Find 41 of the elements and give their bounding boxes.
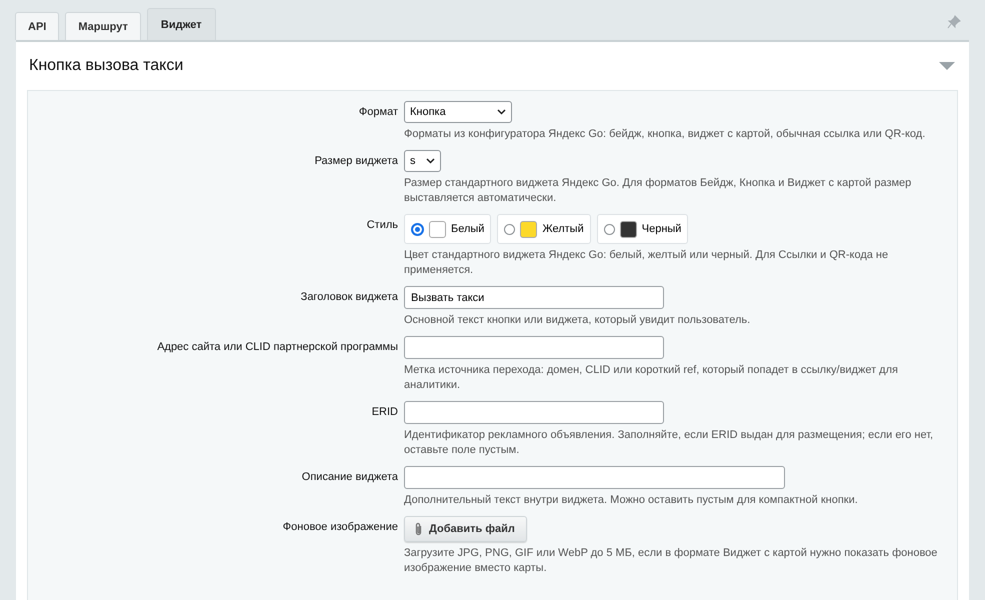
dropdown[interactable]: Кнопка xyxy=(404,101,512,123)
option-label: Желтый xyxy=(542,223,584,235)
field-hint: Метка источника перехода: домен, CLID или короткий ref, который попадет в ссылку/виджет для аналитики. xyxy=(404,363,899,393)
style-option[interactable]: Белый xyxy=(404,214,492,244)
dropdown[interactable]: s xyxy=(404,150,440,172)
field-hint: Размер стандартного виджета Яндекс Go. Для форматов Бейдж, Кнопка и Виджет с картой размер выставляется автоматически. xyxy=(404,176,912,206)
field-label: Формат xyxy=(358,105,399,120)
chevron-icon xyxy=(497,109,506,115)
field-label: Описание виджета xyxy=(300,470,399,485)
add-file-button[interactable]: Добавить файл xyxy=(404,516,527,542)
field-label: Адрес сайта или CLID партнерской программы xyxy=(156,340,399,355)
radio-button[interactable] xyxy=(411,222,424,236)
field-hint: Загрузите JPG, PNG, GIF или WebP до 5 МБ, если в формате Виджет с картой нужно показать фоновое изображение вместо карты. xyxy=(404,546,938,576)
field-hint: Основной текст кнопки или виджета, который увидит пользователь. xyxy=(404,313,752,328)
radio-button[interactable] xyxy=(604,224,615,234)
input-field[interactable]: Вызвать такси xyxy=(404,286,664,309)
field-hint: Цвет стандартного виджета Яндекс Go: белый, желтый или черный. Для Ссылки и QR-кода не применяется. xyxy=(404,248,890,278)
style-option[interactable]: Черный xyxy=(596,214,688,244)
option-label: Черный xyxy=(642,223,682,235)
option-label: Белый xyxy=(451,223,484,235)
field-hint: Идентификатор рекламного объявления. Заполняйте, если ERID выдан для размещения; если его нет, оставьте поле пустым. xyxy=(404,428,934,458)
field-hint: Форматы из конфигуратора Яндекс Go: бейдж, кнопка, виджет с картой, обычная ссылка или QR-код. xyxy=(404,127,926,142)
tab[interactable]: Маршрут xyxy=(65,12,141,40)
tab[interactable]: API xyxy=(15,12,60,40)
radio-button[interactable] xyxy=(504,224,516,234)
chevron-icon xyxy=(426,158,434,164)
field-label: Заголовок виджета xyxy=(300,290,399,305)
input-field[interactable] xyxy=(404,466,785,489)
section-title: Кнопка вызова такси xyxy=(29,57,184,75)
pin-icon[interactable] xyxy=(947,15,961,29)
field-label: Фоновое изображение xyxy=(282,520,399,535)
field-label: Размер виджета xyxy=(314,154,399,169)
paperclip-icon xyxy=(414,522,423,536)
style-option[interactable]: Желтый xyxy=(497,214,591,244)
input-field[interactable] xyxy=(404,336,664,359)
input-field[interactable] xyxy=(404,401,664,424)
field-hint: Дополнительный текст внутри виджета. Можно оставить пустым для компактной кнопки. xyxy=(404,493,859,508)
field-label: ERID xyxy=(370,405,399,420)
collapse-icon[interactable] xyxy=(939,61,955,71)
field-label: Стиль xyxy=(366,218,399,233)
tab[interactable]: Виджет xyxy=(146,8,216,40)
